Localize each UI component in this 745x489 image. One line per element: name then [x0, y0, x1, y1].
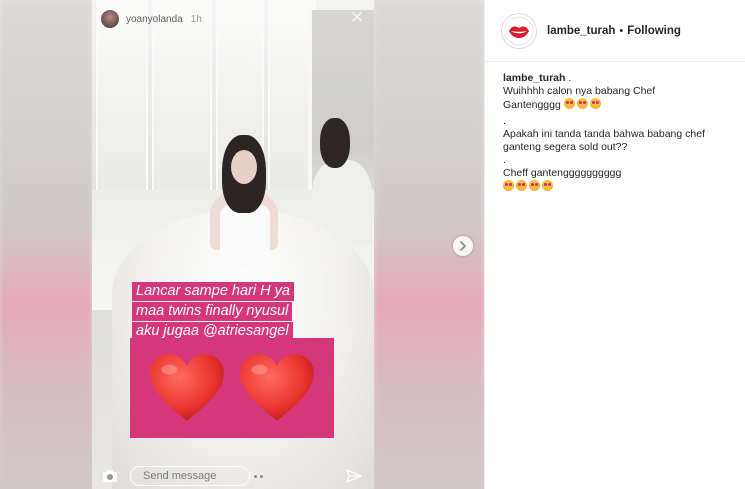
carousel-next-button[interactable]: [453, 236, 473, 256]
close-icon: ✕: [349, 8, 365, 27]
caption-line: Wuihhhh calon nya babang Chef: [503, 85, 656, 97]
camera-icon: [103, 470, 117, 482]
story-progress-dots: [254, 474, 263, 478]
caption-line: ganteng segera sold out??: [503, 141, 628, 153]
story-screenshot: yoanyolanda 1h ✕ Lancar sampe hari H ya …: [92, 0, 374, 489]
hearts-sticker: [130, 338, 334, 438]
post-username[interactable]: lambe_turah: [547, 25, 615, 37]
post-caption: lambe_turah . Wuihhhh calon nya babang C…: [485, 62, 745, 194]
post-details-panel: lambe_turah • Following lambe_turah . Wu…: [484, 0, 745, 489]
caption-line: Cheff gantengggggggggg: [503, 167, 622, 179]
lips-logo-icon: [504, 16, 534, 45]
star-struck-emoji-icon: [576, 98, 588, 109]
star-struck-emoji-icon: [503, 180, 514, 191]
star-struck-emoji-icon: [529, 180, 540, 191]
send-icon: [346, 469, 362, 483]
send-message-input: Send message: [130, 466, 250, 486]
heart-icon: [150, 354, 224, 421]
post-media: yoanyolanda 1h ✕ Lancar sampe hari H ya …: [0, 0, 484, 489]
bride-face: [231, 150, 257, 184]
separator-dot: •: [619, 24, 624, 37]
star-struck-emoji-icon: [589, 98, 601, 109]
star-struck-emoji-icon: [542, 180, 553, 191]
caption-line: .: [503, 115, 506, 127]
caption-line: Apakah ini tanda tanda bahwa babang chef: [503, 128, 705, 140]
dress-bodice: [220, 205, 270, 265]
chevron-right-icon: [460, 241, 466, 251]
wardrobe-door: [96, 0, 148, 200]
avatar[interactable]: [501, 12, 537, 49]
story-username: yoanyolanda: [126, 13, 183, 25]
caption-author-suffix: .: [565, 72, 572, 84]
blurred-background-left: [0, 0, 92, 489]
story-avatar: [100, 9, 120, 29]
story-caption-line: Lancar sampe hari H ya: [132, 282, 294, 301]
story-caption: Lancar sampe hari H ya maa twins finally…: [132, 282, 342, 342]
mirror-reflection-hair: [320, 118, 350, 168]
caption-line: Gantengggg: [503, 99, 561, 111]
story-timestamp: 1h: [190, 13, 202, 25]
wardrobe-door: [152, 0, 212, 200]
story-caption-line: maa twins finally nyusul: [132, 302, 293, 321]
star-struck-emoji-icon: [563, 98, 575, 109]
following-button[interactable]: Following: [627, 25, 681, 37]
post-header: lambe_turah • Following: [485, 0, 745, 62]
story-reply-bar: Send message: [92, 463, 374, 489]
story-header: yoanyolanda 1h ✕: [100, 8, 368, 30]
heart-icon: [240, 354, 314, 421]
star-struck-emoji-icon: [516, 180, 527, 191]
caption-author[interactable]: lambe_turah: [503, 72, 565, 84]
caption-line: .: [503, 154, 506, 166]
